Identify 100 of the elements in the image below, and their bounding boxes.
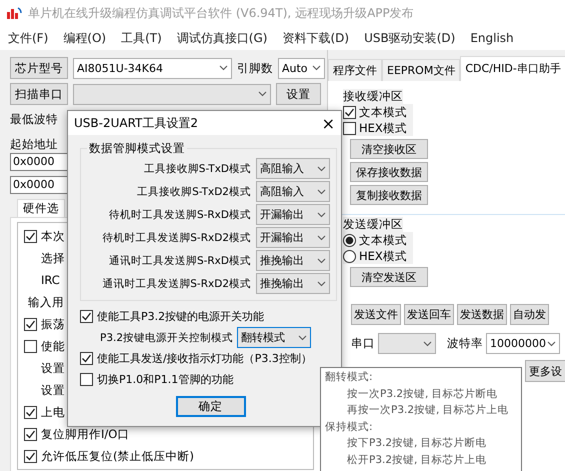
option-label: HEX模式 (359, 120, 407, 136)
menu-item[interactable]: 编程(O) (63, 30, 106, 46)
checkbox[interactable] (80, 352, 93, 365)
dropdown[interactable]: Auto (278, 58, 325, 78)
checkbox[interactable] (24, 428, 37, 440)
close-button[interactable]: × (322, 114, 335, 132)
pin-mode-label: 工具接收脚S-TxD模式 (142, 162, 251, 176)
min-baud-label: 最低波特 (10, 112, 58, 127)
tooltip-line: 按下P3.2按键, 目标芯片断电 (346, 436, 488, 451)
menu-item[interactable]: USB驱动安装(D) (364, 30, 456, 46)
group-title: 数据管脚模式设置 (88, 141, 186, 156)
dropdown[interactable]: 开漏输出 (256, 204, 330, 225)
option-label: 上电 (41, 404, 65, 420)
chevron-down-icon (317, 212, 326, 218)
option-label: 输入用 (28, 294, 64, 310)
option-label: 设置 (41, 382, 65, 398)
settings-button[interactable]: 设置 (276, 83, 321, 105)
send-action-button[interactable]: 发送回车 (404, 304, 454, 325)
dropdown[interactable]: 高阻输入 (256, 158, 330, 179)
checkbox[interactable] (24, 450, 37, 462)
tooltip-line: 再按一次P3.2按键, 目标芯片上电 (346, 403, 510, 418)
option-label: 本次 (41, 228, 65, 244)
buffer-button[interactable]: 清空接收区 (350, 139, 428, 159)
dropdown[interactable]: 高阻输入 (256, 181, 330, 202)
dialog-title: USB-2UART工具设置2 (74, 114, 198, 132)
pin-mode-label: 待机时工具发送脚S-RxD2模式 (101, 230, 251, 244)
tab[interactable]: 程序文件 (328, 59, 382, 81)
tooltip-line: 翻转模式: (325, 370, 374, 385)
tooltip-line: 按一次P3.2按键, 目标芯片断电 (346, 386, 499, 402)
dropdown[interactable]: 开漏输出 (256, 227, 330, 248)
chevron-down-icon (423, 340, 432, 346)
option-label: 文本模式 (359, 104, 407, 120)
option-label: 设置 (41, 360, 65, 376)
radio-button[interactable] (343, 250, 356, 262)
more-settings-button[interactable]: 更多设 (524, 360, 565, 382)
app-logo-icon (6, 6, 22, 20)
checkbox[interactable] (343, 106, 356, 118)
window-title: 单片机在线升级编程仿真调试平台软件 (V6.94T), 远程现场升级APP发布 (28, 4, 414, 22)
option-label: 复位脚用作I/O口 (41, 426, 130, 442)
option-label: IRC (41, 273, 60, 287)
chevron-down-icon (547, 340, 556, 346)
checkbox[interactable] (24, 230, 37, 242)
option-label: 文本模式 (359, 232, 407, 248)
send-action-button[interactable]: 发送数据 (457, 304, 507, 325)
send-action-button[interactable]: 发送文件 (351, 304, 401, 325)
pin-count-label: 引脚数 (237, 60, 273, 76)
checkbox[interactable] (24, 340, 37, 352)
send-action-button[interactable]: 自动发 (510, 304, 549, 325)
start-address-label: 起始地址 (10, 137, 58, 152)
buffer-button[interactable]: 清空发送区 (350, 267, 428, 287)
tab[interactable]: CDC/HID-串口助手 (460, 56, 565, 81)
chevron-down-icon (219, 65, 228, 71)
dropdown[interactable]: 翻转模式 (237, 327, 312, 348)
menu-item[interactable]: 文件(F) (8, 30, 48, 46)
checkbox[interactable] (80, 310, 93, 323)
ok-button[interactable]: 确定 (176, 396, 246, 417)
tab[interactable]: EEPROM文件 (382, 59, 460, 81)
chevron-down-icon (317, 280, 326, 286)
pin-mode-label: 工具接收脚S-TxD2模式 (136, 184, 251, 198)
option-label: P3.2按键电源开关控制模式 (100, 330, 234, 344)
buffer-button[interactable]: 保存接收数据 (350, 162, 428, 182)
option-label: 切换P1.0和P1.1管脚的功能 (97, 372, 234, 387)
checkbox[interactable] (343, 122, 356, 134)
chip-model-button[interactable]: 芯片型号 (10, 57, 68, 79)
option-label: 使能工具P3.2按键的电源开关功能 (97, 309, 264, 324)
option-label: 使能 (41, 338, 65, 354)
pin-mode-label: 通讯时工具发送脚S-RxD模式 (108, 254, 251, 268)
checkbox[interactable] (80, 373, 93, 386)
menu-item[interactable]: 资料下载(D) (282, 30, 350, 46)
option-label: HEX模式 (359, 248, 407, 264)
dropdown[interactable]: 推挽输出 (256, 273, 330, 294)
dropdown[interactable]: 10000000 (486, 333, 560, 354)
option-label: 振荡 (41, 316, 65, 332)
receive-buffer-title: 接收缓冲区 (343, 89, 403, 104)
port-label: 串口 (351, 336, 375, 351)
chevron-down-icon (312, 65, 321, 71)
dropdown[interactable]: AI8051U-34K64 (73, 58, 232, 78)
option-label: 选择 (41, 250, 65, 266)
tooltip-line: 松开P3.2按键, 目标芯片上电 (346, 452, 488, 468)
chevron-down-icon (258, 91, 267, 97)
pin-mode-label: 通讯时工具发送脚S-RxD2模式 (101, 276, 251, 290)
buffer-button[interactable]: 复制接收数据 (350, 185, 428, 205)
scan-port-button[interactable]: 扫描串口 (10, 83, 68, 105)
chevron-down-icon (317, 258, 326, 264)
menu-item[interactable]: English (470, 31, 514, 45)
baud-rate-label: 波特率 (447, 336, 483, 351)
radio-button[interactable] (343, 234, 356, 246)
option-label: 允许低压复位(禁止低压中断) (41, 448, 194, 464)
checkbox[interactable] (24, 406, 37, 418)
chevron-down-icon (298, 334, 308, 340)
pin-mode-label: 待机时工具发送脚S-RxD模式 (108, 208, 251, 222)
checkbox[interactable] (24, 318, 37, 330)
tooltip-line: 保持模式: (325, 420, 374, 434)
menu-item[interactable]: 工具(T) (121, 30, 162, 46)
send-buffer-title: 发送缓冲区 (343, 217, 403, 232)
chevron-down-icon (317, 234, 326, 240)
dropdown[interactable]: 推挽输出 (256, 250, 330, 271)
menu-item[interactable]: 调试仿真接口(G) (176, 30, 268, 46)
chevron-down-icon (317, 166, 326, 172)
hardware-options-tab[interactable]: 硬件选 (17, 199, 65, 217)
